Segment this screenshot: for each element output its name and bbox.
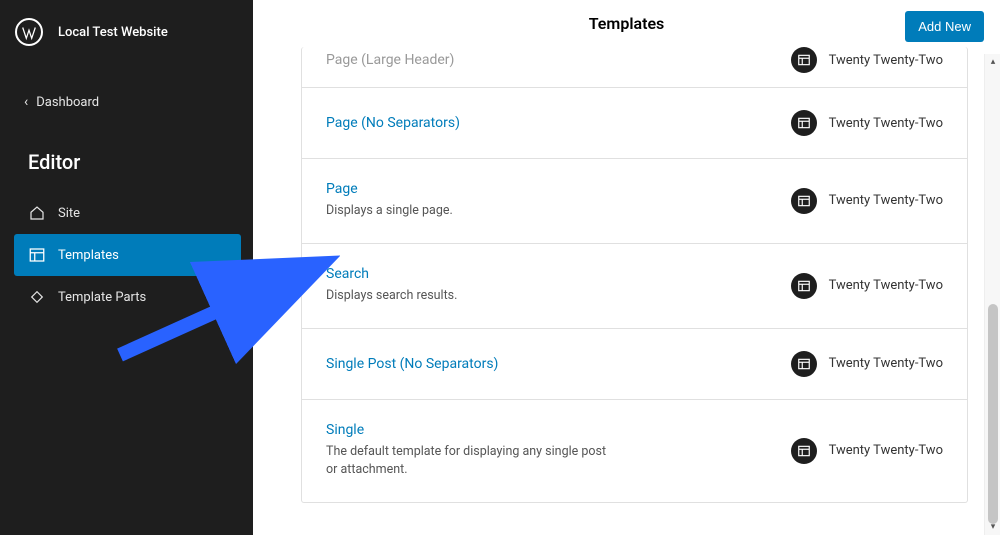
template-info: Page (Large Header) (326, 52, 791, 68)
sidebar-item-site[interactable]: Site (0, 192, 253, 234)
page-title: Templates (589, 14, 665, 33)
theme-name: Twenty Twenty-Two (829, 278, 943, 293)
sidebar: Local Test Website ‹ Dashboard Editor Si… (0, 0, 253, 535)
template-row: Single Post (No Separators) Twenty Twent… (302, 328, 967, 399)
theme-name: Twenty Twenty-Two (829, 193, 943, 208)
layout-icon (797, 53, 811, 67)
template-theme: Twenty Twenty-Two (791, 47, 943, 73)
template-description: Displays search results. (326, 287, 616, 306)
theme-icon (791, 47, 817, 73)
main-header: Templates Add New (253, 0, 1000, 47)
template-name-link[interactable]: Page (Large Header) (326, 52, 791, 68)
template-name-link[interactable]: Single (326, 422, 791, 438)
scroll-up-icon[interactable]: ▴ (985, 54, 1000, 70)
template-description: Displays a single page. (326, 202, 616, 221)
layout-icon (797, 194, 811, 208)
theme-name: Twenty Twenty-Two (829, 356, 943, 371)
theme-icon (791, 438, 817, 464)
template-theme: Twenty Twenty-Two (791, 273, 943, 299)
template-row: Search Displays search results. Twenty T… (302, 243, 967, 328)
template-name-link[interactable]: Single Post (No Separators) (326, 356, 791, 372)
dashboard-label: Dashboard (36, 95, 99, 110)
layout-icon (28, 246, 46, 264)
scrollbar[interactable]: ▴ ▾ (984, 54, 1000, 535)
site-name: Local Test Website (58, 25, 168, 40)
layout-icon (797, 279, 811, 293)
wordpress-icon (20, 23, 38, 41)
theme-icon (791, 273, 817, 299)
main-content: Templates Add New Page (Large Header) Tw… (253, 0, 1000, 535)
template-list: Page (Large Header) Twenty Twenty-Two Pa… (301, 47, 968, 503)
sidebar-item-label: Templates (58, 248, 119, 263)
sidebar-item-label: Site (58, 206, 80, 221)
theme-name: Twenty Twenty-Two (829, 116, 943, 131)
home-icon (28, 204, 46, 222)
scroll-down-icon[interactable]: ▾ (985, 519, 1000, 535)
template-name-link[interactable]: Search (326, 266, 791, 282)
editor-section-title: Editor (0, 120, 253, 192)
chevron-left-icon: ‹ (24, 94, 28, 110)
sidebar-item-template-parts[interactable]: Template Parts (0, 276, 253, 318)
scroll-thumb[interactable] (988, 304, 998, 524)
template-theme: Twenty Twenty-Two (791, 188, 943, 214)
template-info: Single Post (No Separators) (326, 356, 791, 372)
diamond-icon (28, 288, 46, 306)
sidebar-item-templates[interactable]: Templates (14, 234, 241, 276)
sidebar-item-label: Template Parts (58, 290, 146, 305)
template-name-link[interactable]: Page (326, 181, 791, 197)
template-theme: Twenty Twenty-Two (791, 438, 943, 464)
sidebar-header: Local Test Website (0, 0, 253, 64)
theme-icon (791, 351, 817, 377)
template-theme: Twenty Twenty-Two (791, 351, 943, 377)
template-info: Page Displays a single page. (326, 181, 791, 221)
template-info: Page (No Separators) (326, 115, 791, 131)
theme-icon (791, 188, 817, 214)
template-row: Single The default template for displayi… (302, 399, 967, 503)
template-theme: Twenty Twenty-Two (791, 110, 943, 136)
theme-name: Twenty Twenty-Two (829, 53, 943, 68)
dashboard-back-link[interactable]: ‹ Dashboard (0, 84, 253, 120)
template-row: Page (Large Header) Twenty Twenty-Two (302, 47, 967, 87)
template-row: Page (No Separators) Twenty Twenty-Two (302, 87, 967, 158)
template-info: Search Displays search results. (326, 266, 791, 306)
theme-name: Twenty Twenty-Two (829, 443, 943, 458)
template-name-link[interactable]: Page (No Separators) (326, 115, 791, 131)
template-info: Single The default template for displayi… (326, 422, 791, 481)
layout-icon (797, 116, 811, 130)
wordpress-logo-icon[interactable] (15, 18, 43, 46)
add-new-button[interactable]: Add New (905, 11, 984, 42)
template-description: The default template for displaying any … (326, 443, 616, 481)
layout-icon (797, 357, 811, 371)
layout-icon (797, 444, 811, 458)
theme-icon (791, 110, 817, 136)
template-row: Page Displays a single page. Twenty Twen… (302, 158, 967, 243)
